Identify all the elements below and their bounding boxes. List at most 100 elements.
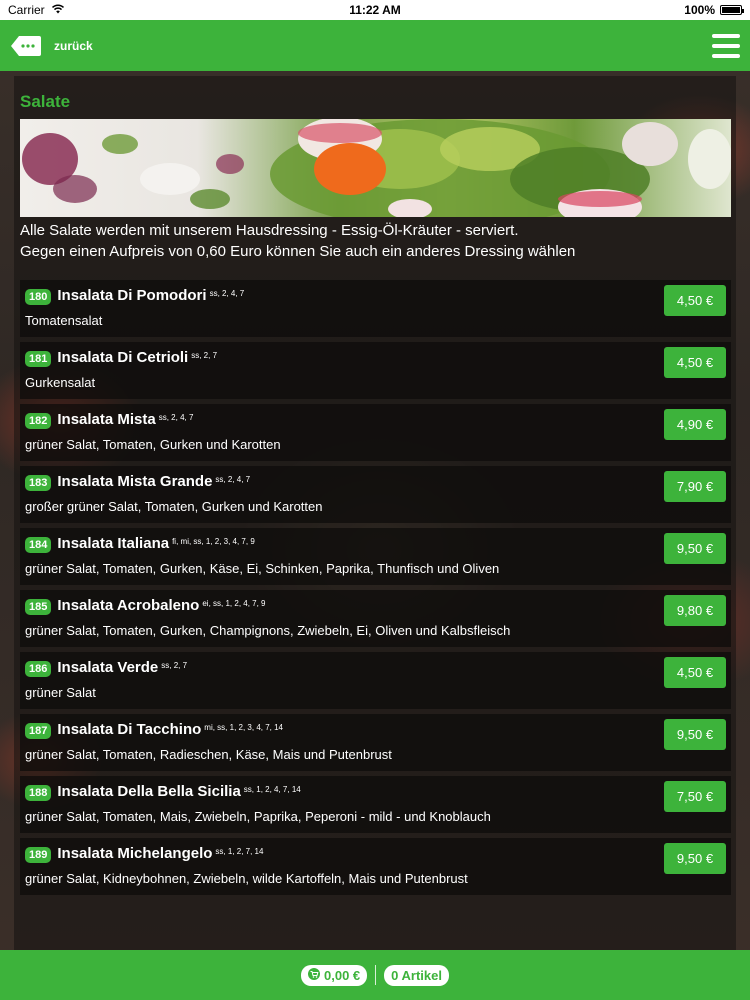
item-head: 186 Insalata Verde ss, 2, 7 [25, 658, 647, 680]
item-price-button[interactable]: 4,50 € [664, 657, 726, 688]
back-button[interactable]: zurück [10, 35, 93, 57]
item-additives: ss, 2, 4, 7 [215, 475, 251, 484]
item-name: Insalata Mista Grande ss, 2, 4, 7 [57, 472, 250, 492]
item-head: 183 Insalata Mista Grande ss, 2, 4, 7 [25, 472, 647, 494]
app-header: zurück [0, 20, 750, 71]
menu-item[interactable]: 183 Insalata Mista Grande ss, 2, 4, 7 große… [20, 466, 731, 523]
article-count: 0 Artikel [391, 967, 442, 983]
item-number-badge: 185 [25, 599, 52, 615]
item-additives: ss, 2, 4, 7 [209, 289, 245, 298]
item-additives: ss, 1, 2, 7, 14 [215, 847, 264, 856]
menu-item[interactable]: 181 Insalata Di Cetrioli ss, 2, 7 Gurkensal… [20, 342, 731, 399]
item-name: Insalata Di Pomodori ss, 2, 4, 7 [57, 286, 244, 306]
item-additives: fi, mi, ss, 1, 2, 3, 4, 7, 9 [172, 537, 255, 546]
item-additives: ss, 2, 7 [191, 351, 218, 360]
item-price-button[interactable]: 9,50 € [664, 719, 726, 750]
item-name: Insalata Michelangelo ss, 1, 2, 7, 14 [57, 844, 263, 864]
item-price-button[interactable]: 4,90 € [664, 409, 726, 440]
item-name: Insalata Della Bella Sicilia ss, 1, 2, 4,… [57, 782, 300, 802]
battery-percent: 100% [684, 3, 715, 17]
item-name: Insalata Mista ss, 2, 4, 7 [57, 410, 193, 430]
menu-item[interactable]: 185 Insalata Acrobaleno ei, ss, 1, 2, 4, 7… [20, 590, 731, 647]
item-head: 185 Insalata Acrobaleno ei, ss, 1, 2, 4, 7… [25, 596, 647, 618]
item-description: grüner Salat, Tomaten, Gurken, Champigno… [25, 623, 511, 638]
item-name: Insalata Acrobaleno ei, ss, 1, 2, 4, 7, 9 [57, 596, 265, 616]
item-description: grüner Salat, Tomaten, Gurken, Käse, Ei,… [25, 561, 500, 576]
back-arrow-icon [10, 35, 42, 57]
item-price-button[interactable]: 7,90 € [664, 471, 726, 502]
menu-item[interactable]: 180 Insalata Di Pomodori ss, 2, 4, 7 Tomate… [20, 280, 731, 337]
salad-banner-image [20, 119, 731, 217]
item-number-badge: 183 [25, 475, 52, 491]
item-name-text: Insalata Di Pomodori [57, 287, 207, 304]
item-description: grüner Salat, Tomaten, Mais, Zwiebeln, P… [25, 809, 491, 824]
menu-item[interactable]: 189 Insalata Michelangelo ss, 1, 2, 7, 14 g… [20, 838, 731, 895]
category-title: Salate [20, 92, 71, 111]
item-head: 182 Insalata Mista ss, 2, 4, 7 [25, 410, 647, 432]
item-name-text: Insalata Italiana [57, 535, 170, 552]
item-name-text: Insalata Della Bella Sicilia [57, 783, 241, 800]
article-count-button[interactable]: 0 Artikel [384, 964, 449, 986]
item-name: Insalata Verde ss, 2, 7 [57, 658, 187, 678]
item-head: 188 Insalata Della Bella Sicilia ss, 1, 2,… [25, 782, 647, 804]
item-number-badge: 180 [25, 289, 52, 305]
item-number-badge: 186 [25, 661, 52, 677]
intro-line-2: Gegen einen Aufpreis von 0,60 Euro könne… [20, 243, 576, 260]
hamburger-menu-icon[interactable] [712, 33, 740, 58]
item-description: grüner Salat [25, 685, 96, 700]
item-description: Gurkensalat [25, 375, 96, 390]
cart-icon [308, 967, 320, 983]
item-list: 180 Insalata Di Pomodori ss, 2, 4, 7 Tomate… [20, 280, 731, 900]
carrier-label: Carrier [8, 3, 45, 17]
item-additives: ei, ss, 1, 2, 4, 7, 9 [202, 599, 266, 608]
status-bar: Carrier 11:22 AM 100% [0, 0, 750, 20]
item-head: 184 Insalata Italiana fi, mi, ss, 1, 2, 3,… [25, 534, 647, 556]
item-head: 180 Insalata Di Pomodori ss, 2, 4, 7 [25, 286, 647, 308]
item-number-badge: 189 [25, 847, 52, 863]
item-name-text: Insalata Michelangelo [57, 845, 213, 862]
item-head: 187 Insalata Di Tacchino mi, ss, 1, 2, 3, … [25, 720, 647, 742]
item-price-button[interactable]: 9,50 € [664, 843, 726, 874]
item-name: Insalata Di Cetrioli ss, 2, 7 [57, 348, 217, 368]
footer-divider [375, 965, 377, 985]
battery-fill [722, 7, 740, 13]
cart-total-button[interactable]: 0,00 € [301, 964, 368, 986]
menu-item[interactable]: 187 Insalata Di Tacchino mi, ss, 1, 2, 3, … [20, 714, 731, 771]
item-name: Insalata Di Tacchino mi, ss, 1, 2, 3, 4, … [57, 720, 283, 740]
item-name-text: Insalata Verde [57, 659, 159, 676]
item-name: Insalata Italiana fi, mi, ss, 1, 2, 3, 4,… [57, 534, 254, 554]
item-price-button[interactable]: 4,50 € [664, 347, 726, 378]
item-price-button[interactable]: 9,50 € [664, 533, 726, 564]
item-description: grüner Salat, Tomaten, Radieschen, Käse,… [25, 747, 392, 762]
cart-total: 0,00 € [324, 967, 361, 983]
item-price-button[interactable]: 9,80 € [664, 595, 726, 626]
item-number-badge: 184 [25, 537, 52, 553]
item-description: grüner Salat, Tomaten, Gurken und Karott… [25, 437, 281, 452]
item-name-text: Insalata Di Cetrioli [57, 349, 189, 366]
intro-line-1: Alle Salate werden mit unserem Hausdress… [20, 222, 519, 239]
item-name-text: Insalata Di Tacchino [57, 721, 202, 738]
item-additives: ss, 1, 2, 4, 7, 14 [243, 785, 301, 794]
item-number-badge: 182 [25, 413, 52, 429]
menu-item[interactable]: 184 Insalata Italiana fi, mi, ss, 1, 2, 3,… [20, 528, 731, 585]
item-description: Tomatensalat [25, 313, 103, 328]
item-price-button[interactable]: 4,50 € [664, 285, 726, 316]
item-name-text: Insalata Mista Grande [57, 473, 213, 490]
menu-item[interactable]: 186 Insalata Verde ss, 2, 7 grüner Salat 4,5… [20, 652, 731, 709]
item-head: 181 Insalata Di Cetrioli ss, 2, 7 [25, 348, 647, 370]
item-additives: mi, ss, 1, 2, 3, 4, 7, 14 [204, 723, 283, 732]
status-left: Carrier [8, 3, 65, 17]
battery-icon [720, 5, 744, 15]
item-price-button[interactable]: 7,50 € [664, 781, 726, 812]
status-right: 100% [684, 3, 744, 17]
item-description: grüner Salat, Kidneybohnen, Zwiebeln, wi… [25, 871, 468, 886]
menu-item[interactable]: 188 Insalata Della Bella Sicilia ss, 1, 2,… [20, 776, 731, 833]
category-intro: Alle Salate werden mit unserem Hausdress… [20, 220, 731, 262]
item-number-badge: 187 [25, 723, 52, 739]
item-head: 189 Insalata Michelangelo ss, 1, 2, 7, 14 [25, 844, 647, 866]
item-number-badge: 188 [25, 785, 52, 801]
status-time: 11:22 AM [349, 3, 401, 17]
cart-footer: 0,00 € 0 Artikel [0, 950, 750, 1000]
menu-item[interactable]: 182 Insalata Mista ss, 2, 4, 7 grüner Salat… [20, 404, 731, 461]
back-label: zurück [54, 38, 93, 53]
